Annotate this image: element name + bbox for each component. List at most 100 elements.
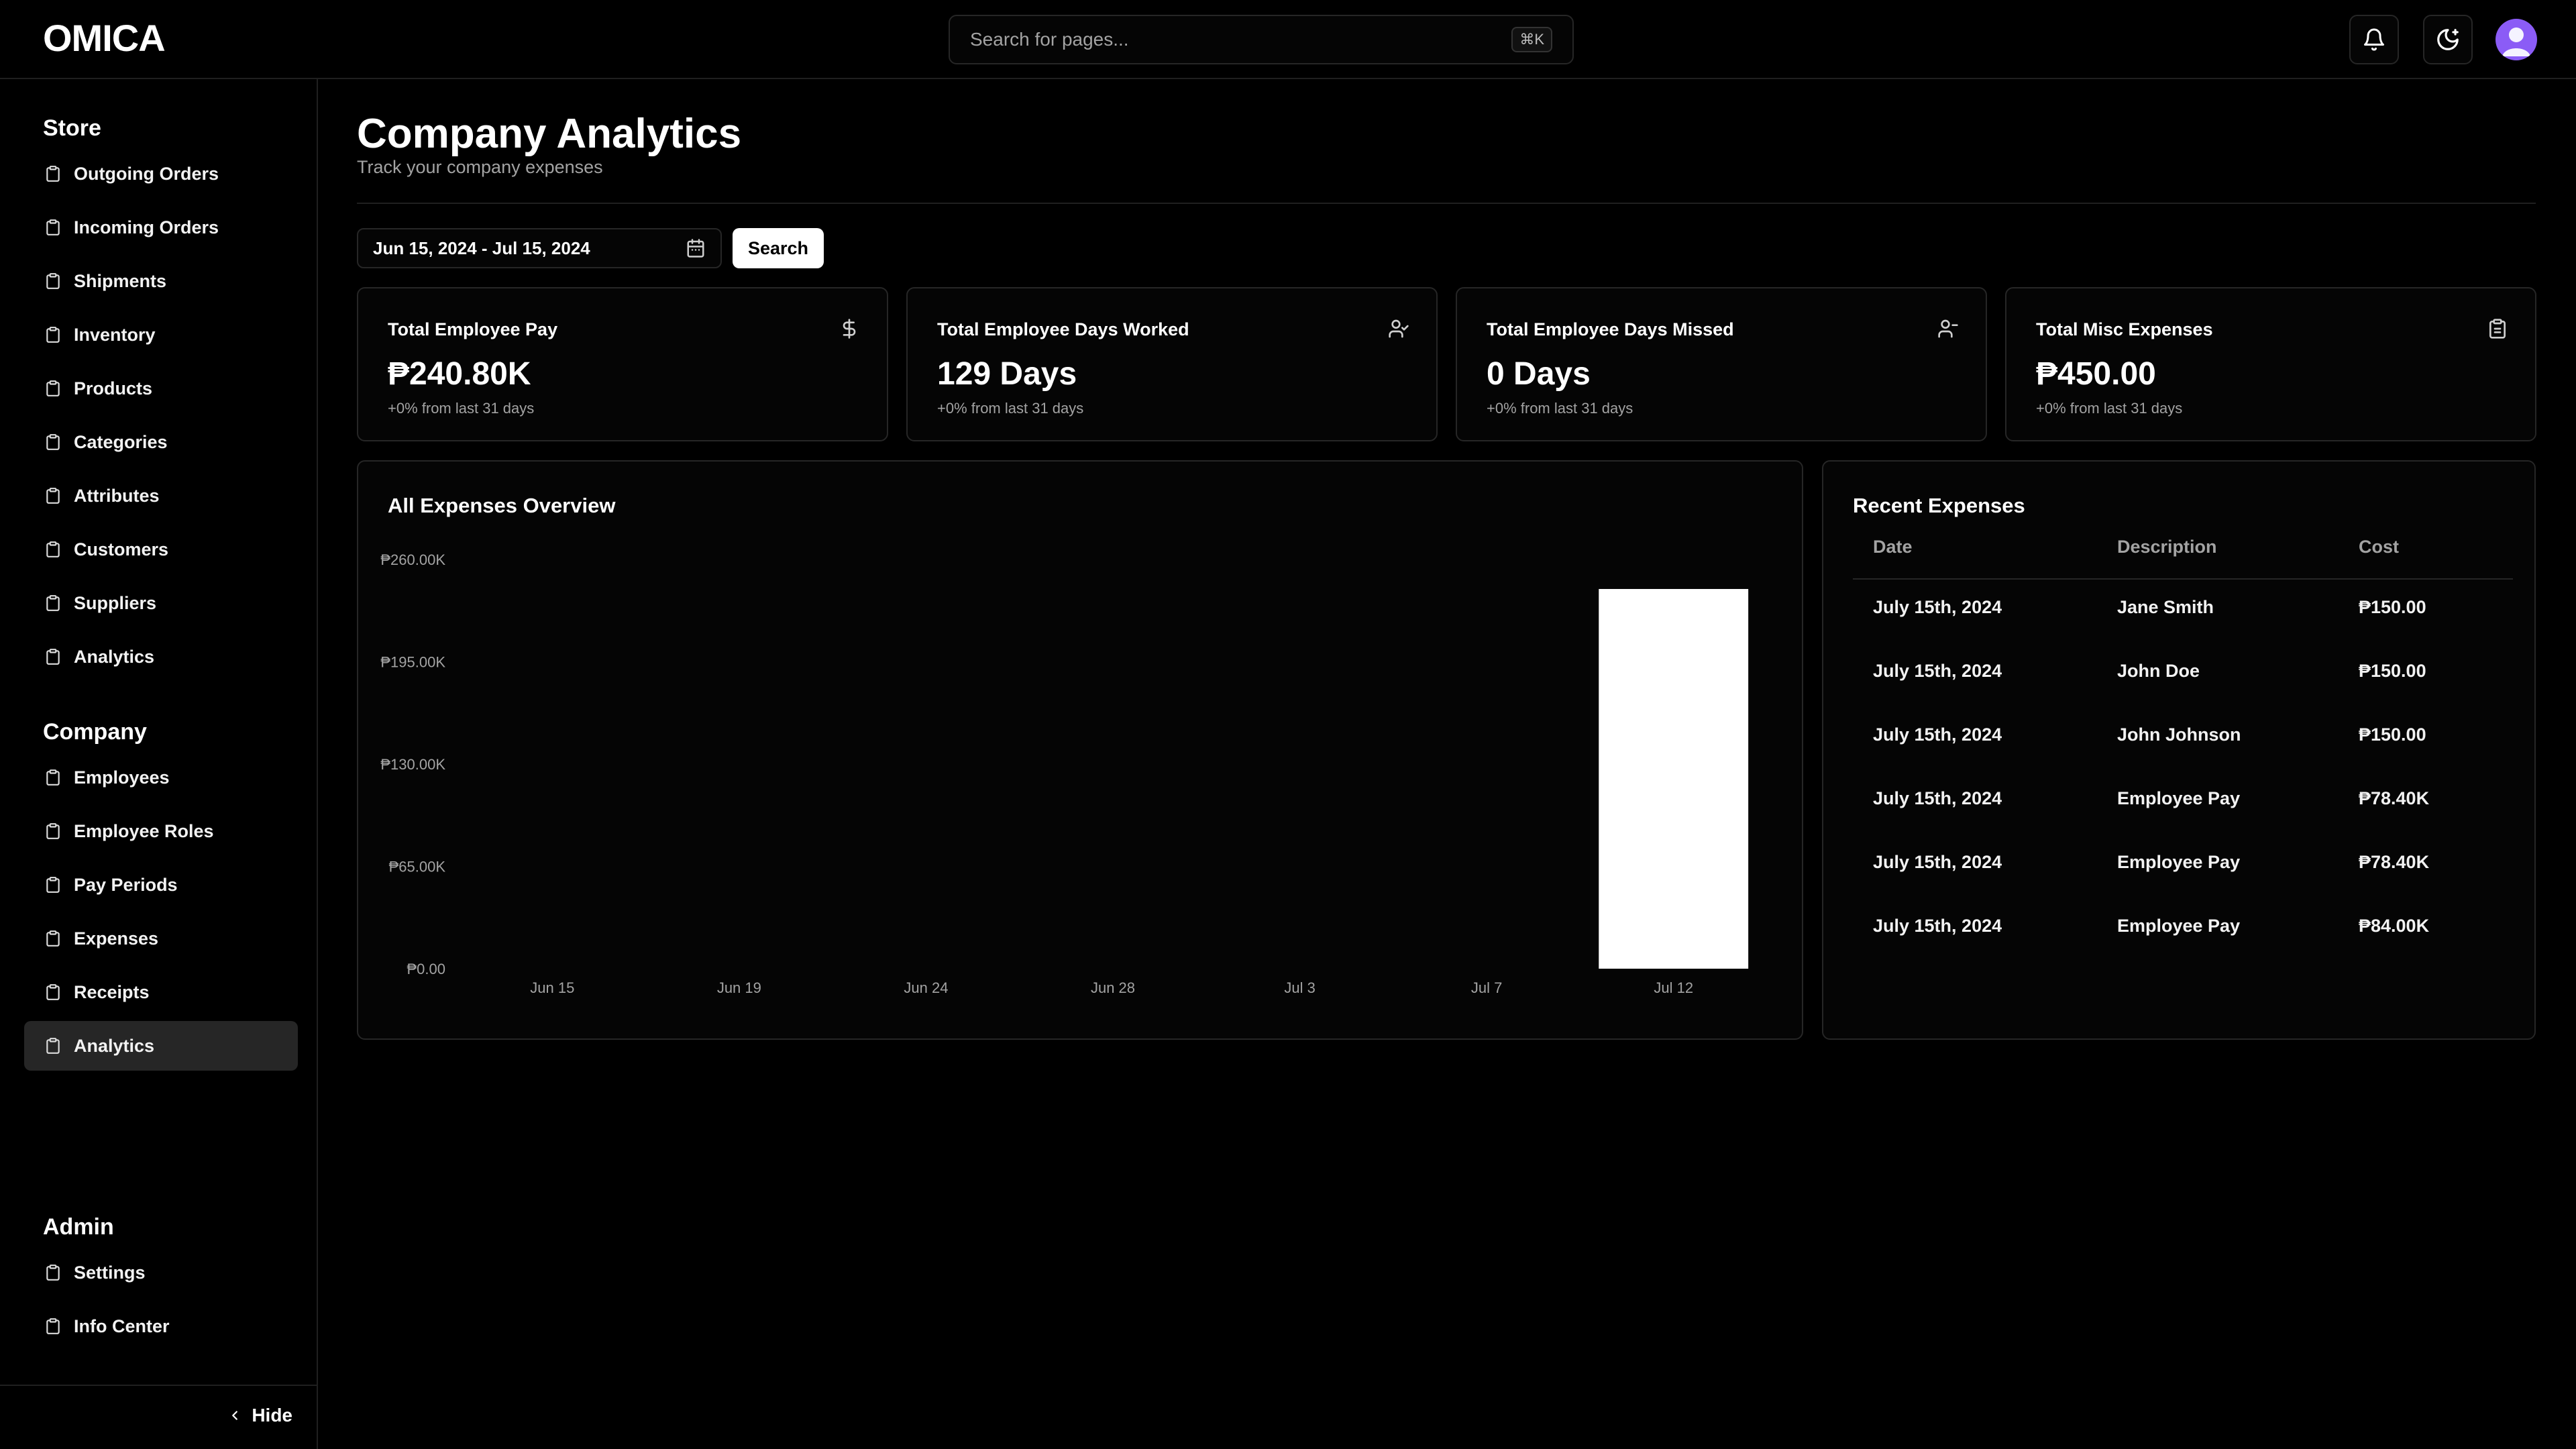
column-header-date: Date — [1873, 537, 1913, 557]
card-total-employee-pay: Total Employee Pay ₱240.80K +0% from las… — [357, 287, 888, 441]
clipboard-icon — [44, 875, 62, 895]
hide-sidebar-button[interactable]: Hide — [227, 1405, 292, 1426]
expenses-bar-chart: ₱0.00 ₱65.00K ₱130.00K ₱195.00K ₱260.00K Jun … — [380, 551, 1749, 996]
card-value: ₱450.00 — [2036, 356, 2156, 392]
sidebar-item-customers[interactable]: Customers — [24, 525, 298, 574]
clipboard-icon — [44, 164, 62, 184]
page-search-input[interactable]: Search for pages... ⌘K — [949, 15, 1574, 64]
sidebar-item-label: Receipts — [74, 981, 150, 1002]
calendar-icon — [687, 239, 704, 258]
expense-date: July 15th, 2024 — [1873, 661, 2002, 681]
sidebar-item-label: Attributes — [74, 485, 160, 506]
sidebar-item-attributes[interactable]: Attributes — [24, 471, 298, 521]
page-title: Company Analytics — [357, 111, 742, 157]
date-range-picker[interactable]: Jun 15, 2024 - Jul 15, 2024 — [357, 228, 722, 268]
card-total-days-worked: Total Employee Days Worked 129 Days +0% … — [906, 287, 1438, 441]
chevron-left-icon — [232, 1411, 238, 1420]
card-note: +0% from last 31 days — [937, 400, 1084, 417]
sidebar-item-employee-roles[interactable]: Employee Roles — [24, 806, 298, 856]
dollar-icon — [843, 319, 856, 339]
expense-description: Jane Smith — [2117, 597, 2214, 617]
expense-description: John Johnson — [2117, 724, 2241, 745]
y-tick-label: ₱260.00K — [380, 551, 445, 568]
sidebar-item-incoming-orders[interactable]: Incoming Orders — [24, 203, 298, 252]
user-check-icon — [1389, 319, 1409, 338]
search-button[interactable]: Search — [733, 228, 824, 268]
app-logo[interactable]: OMICA — [43, 16, 166, 60]
expense-description: Employee Pay — [2117, 916, 2241, 936]
sidebar-item-analytics[interactable]: Analytics — [24, 632, 298, 682]
sidebar-item-label: Customers — [74, 539, 169, 559]
expense-date: July 15th, 2024 — [1873, 597, 2002, 617]
sidebar-item-label: Suppliers — [74, 592, 157, 613]
header-divider — [357, 203, 2536, 204]
recent-expenses-title: Recent Expenses — [1853, 494, 2025, 517]
expense-description: Employee Pay — [2117, 852, 2241, 872]
date-range-value: Jun 15, 2024 - Jul 15, 2024 — [373, 237, 590, 258]
expenses-overview-panel: All Expenses Overview ₱0.00 ₱65.00K ₱130.0… — [357, 460, 1803, 1040]
sidebar-item-info-center[interactable]: Info Center — [24, 1301, 298, 1351]
card-title: Total Employee Days Worked — [937, 319, 1189, 339]
sidebar-item-employees[interactable]: Employees — [24, 753, 298, 802]
x-tick-label: Jun 15 — [530, 979, 574, 996]
sidebar-item-products[interactable]: Products — [24, 364, 298, 413]
sidebar-section-admin: Admin — [43, 1214, 114, 1240]
notifications-button[interactable] — [2349, 15, 2399, 64]
sidebar-item-settings[interactable]: Settings — [24, 1248, 298, 1297]
sidebar-item-expenses[interactable]: Expenses — [24, 914, 298, 963]
sidebar-item-outgoing-orders[interactable]: Outgoing Orders — [24, 149, 298, 199]
sidebar-item-label: Outgoing Orders — [74, 163, 219, 184]
sidebar: Store Outgoing Orders Incoming Orders Ship… — [0, 79, 318, 1449]
clipboard-icon — [44, 539, 62, 559]
column-header-cost: Cost — [2359, 537, 2399, 557]
card-value: 129 Days — [937, 356, 1077, 392]
sidebar-item-receipts[interactable]: Receipts — [24, 967, 298, 1017]
card-note: +0% from last 31 days — [2036, 400, 2183, 417]
sidebar-item-label: Settings — [74, 1262, 146, 1283]
x-tick-label: Jul 12 — [1654, 979, 1693, 996]
clipboard-icon — [44, 378, 62, 398]
recent-expenses-panel: Recent Expenses Date Description Cost Ju… — [1822, 460, 2536, 1040]
sidebar-section-company: Company — [43, 719, 147, 745]
y-tick-label: ₱65.00K — [389, 859, 446, 875]
sidebar-item-suppliers[interactable]: Suppliers — [24, 578, 298, 628]
hide-label: Hide — [252, 1405, 292, 1426]
theme-toggle-button[interactable] — [2423, 15, 2473, 64]
clipboard-icon — [44, 217, 62, 237]
sidebar-item-label: Info Center — [74, 1316, 170, 1336]
sidebar-item-categories[interactable]: Categories — [24, 417, 298, 467]
chart-bar[interactable] — [1599, 588, 1749, 969]
clipboard-icon — [44, 982, 62, 1002]
card-note: +0% from last 31 days — [388, 400, 535, 417]
sidebar-item-label: Categories — [74, 431, 168, 452]
top-bar: OMICA Search for pages... ⌘K — [0, 0, 2576, 79]
card-total-days-missed: Total Employee Days Missed 0 Days +0% fr… — [1456, 287, 1987, 441]
user-avatar[interactable] — [2496, 19, 2537, 60]
sidebar-item-inventory[interactable]: Inventory — [24, 310, 298, 360]
clipboard-icon — [44, 486, 62, 506]
clipboard-icon — [44, 821, 62, 841]
clipboard-icon — [44, 271, 62, 291]
sidebar-item-label: Analytics — [74, 646, 155, 667]
expense-cost: ₱78.40K — [2359, 852, 2430, 872]
expense-date: July 15th, 2024 — [1873, 852, 2002, 872]
sidebar-item-label: Inventory — [74, 324, 156, 345]
expense-description: John Doe — [2117, 661, 2200, 681]
expense-cost: ₱84.00K — [2359, 916, 2430, 936]
theme-toggle-icon — [2437, 29, 2459, 50]
sidebar-item-shipments[interactable]: Shipments — [24, 256, 298, 306]
x-tick-label: Jun 19 — [717, 979, 761, 996]
sidebar-item-label: Incoming Orders — [74, 217, 219, 237]
card-title: Total Employee Pay — [388, 319, 558, 339]
sidebar-item-pay-periods[interactable]: Pay Periods — [24, 860, 298, 910]
expense-cost: ₱150.00 — [2359, 724, 2426, 745]
card-title: Total Misc Expenses — [2036, 319, 2213, 339]
expense-cost: ₱78.40K — [2359, 788, 2430, 808]
sidebar-item-analytics[interactable]: Analytics — [24, 1021, 298, 1071]
clipboard-icon — [44, 1316, 62, 1336]
sidebar-item-label: Employee Roles — [74, 820, 214, 841]
clipboard-icon — [44, 767, 62, 788]
search-placeholder: Search for pages... — [970, 29, 1129, 50]
sidebar-item-label: Pay Periods — [74, 874, 178, 895]
card-value: 0 Days — [1487, 356, 1591, 392]
